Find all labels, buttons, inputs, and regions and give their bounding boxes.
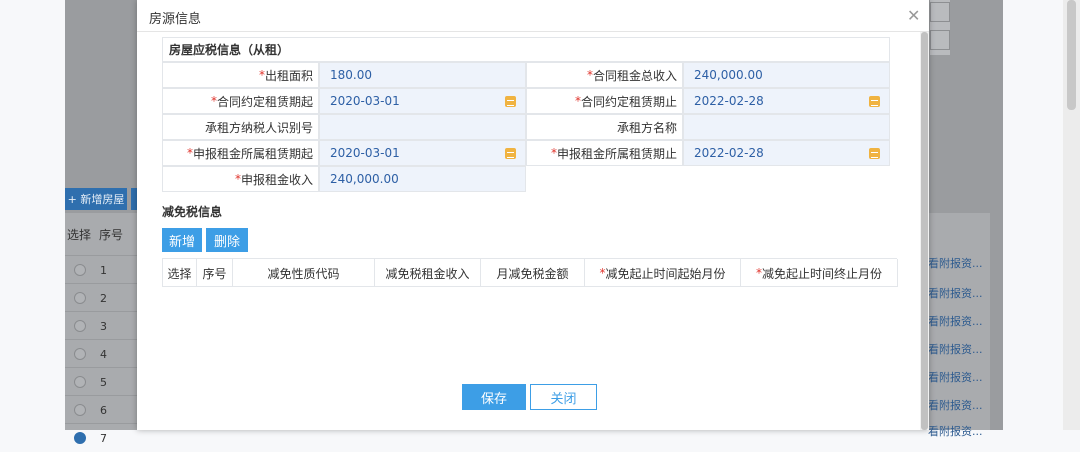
row-radio[interactable] — [74, 376, 86, 388]
dialog-header — [137, 0, 929, 32]
declare-income-label: * 申报租金收入 — [162, 166, 319, 192]
col-no-header: 序号 — [99, 227, 124, 242]
rent-area-label: * 出租面积 — [162, 62, 319, 88]
row-radio[interactable] — [74, 292, 86, 304]
dialog-scrollbar-thumb[interactable] — [921, 32, 928, 430]
declare-end-label: * 申报租金所属租赁期止 — [526, 140, 683, 166]
row-radio[interactable] — [74, 320, 86, 332]
delete-exemption-button[interactable]: 删除 — [206, 228, 248, 252]
declare-income-field[interactable]: 240,000.00 — [319, 166, 526, 192]
attachment-link[interactable]: 看附报资... — [928, 369, 988, 387]
attachment-link[interactable]: 看附报资... — [928, 313, 988, 331]
total-rent-field[interactable]: 240,000.00 — [683, 62, 890, 88]
attachment-link[interactable]: 看附报资... — [928, 285, 988, 303]
declare-start-label: * 申报租金所属租赁期起 — [162, 140, 319, 166]
tenant-taxid-label: 承租方纳税人识别号 — [162, 114, 319, 140]
tenant-name-label: 承租方名称 — [526, 114, 683, 140]
row-number: 2 — [100, 291, 107, 305]
contract-start-label: * 合同约定租赁期起 — [162, 88, 319, 114]
row-radio-selected[interactable] — [74, 432, 86, 444]
col-no: 序号 — [197, 259, 233, 287]
calendar-icon[interactable] — [869, 96, 880, 107]
background-fields — [930, 0, 950, 55]
table-row[interactable]: 2 — [65, 283, 140, 312]
total-rent-label: * 合同租金总收入 — [526, 62, 683, 88]
table-row[interactable]: 6 — [65, 395, 140, 424]
col-exempt-start-month: * 减免起止时间起始月份 — [585, 259, 741, 287]
declare-start-date-field[interactable]: 2020-03-01 — [319, 140, 526, 166]
attachment-link[interactable]: 看附报资... — [928, 341, 988, 359]
row-radio[interactable] — [74, 264, 86, 276]
table-row[interactable]: 1 — [65, 255, 140, 284]
row-number: 6 — [100, 403, 107, 417]
declare-end-date-field[interactable]: 2022-02-28 — [683, 140, 890, 166]
house-info-dialog: 房源信息 ✕ 房屋应税信息（从租） * 出租面积 180.00 * 合同租金总收入 … — [137, 0, 929, 430]
col-exempt-rent-income: 减免税租金收入 — [375, 259, 481, 287]
col-exemption-code: 减免性质代码 — [233, 259, 375, 287]
table-row[interactable]: 4 — [65, 339, 140, 368]
attachment-link[interactable]: 看附报资... — [928, 397, 988, 415]
row-radio[interactable] — [74, 348, 86, 360]
calendar-icon[interactable] — [869, 148, 880, 159]
row-number: 3 — [100, 319, 107, 333]
calendar-icon[interactable] — [505, 96, 516, 107]
dialog-title: 房源信息 — [149, 12, 202, 27]
tenant-name-field[interactable] — [683, 114, 890, 140]
row-radio[interactable] — [74, 404, 86, 416]
attachment-link[interactable]: 看附报资... — [928, 255, 988, 273]
save-button[interactable]: 保存 — [462, 384, 526, 410]
row-number: 1 — [100, 263, 107, 277]
col-exempt-end-month: * 减免起止时间终止月份 — [741, 259, 898, 287]
close-icon[interactable]: ✕ — [907, 6, 920, 25]
background-field-box — [930, 2, 950, 22]
contract-end-date-field[interactable]: 2022-02-28 — [683, 88, 890, 114]
contract-start-date-field[interactable]: 2020-03-01 — [319, 88, 526, 114]
col-select-header: 选择 — [67, 227, 92, 242]
page-scrollbar[interactable] — [1063, 0, 1080, 430]
exemption-table-header: 选择 序号 减免性质代码 减免税租金收入 月减免税金额 * 减免起止时间起始月份 … — [162, 258, 898, 287]
rent-area-field[interactable]: 180.00 — [319, 62, 526, 88]
dialog-scrollbar[interactable] — [920, 32, 929, 430]
row-number: 4 — [100, 347, 107, 361]
table-row[interactable]: 3 — [65, 311, 140, 340]
close-button[interactable]: 关闭 — [530, 384, 597, 410]
calendar-icon[interactable] — [505, 148, 516, 159]
table-row[interactable]: 7 — [65, 423, 140, 452]
table-row[interactable]: 5 — [65, 367, 140, 396]
row-number: 5 — [100, 375, 107, 389]
background-field-box — [930, 30, 950, 50]
background-house-table: 选择 序号 1 2 3 4 5 6 7 — [65, 213, 140, 445]
section-header: 房屋应税信息（从租） — [162, 37, 890, 62]
section-title-exemption: 减免税信息 — [162, 205, 223, 219]
col-select: 选择 — [163, 259, 197, 287]
row-number: 7 — [100, 431, 107, 445]
page-scrollbar-thumb[interactable] — [1067, 0, 1076, 110]
attachment-link[interactable]: 看附报资... — [928, 423, 988, 441]
col-monthly-exempt-amount: 月减免税金额 — [481, 259, 585, 287]
section-title-taxable: 房屋应税信息（从租） — [169, 43, 290, 57]
contract-end-label: * 合同约定租赁期止 — [526, 88, 683, 114]
tenant-taxid-field[interactable] — [319, 114, 526, 140]
add-house-button[interactable]: + 新增房屋 — [65, 188, 127, 210]
add-exemption-button[interactable]: 新增 — [162, 228, 202, 252]
background-table-header: 选择 序号 — [65, 213, 140, 255]
